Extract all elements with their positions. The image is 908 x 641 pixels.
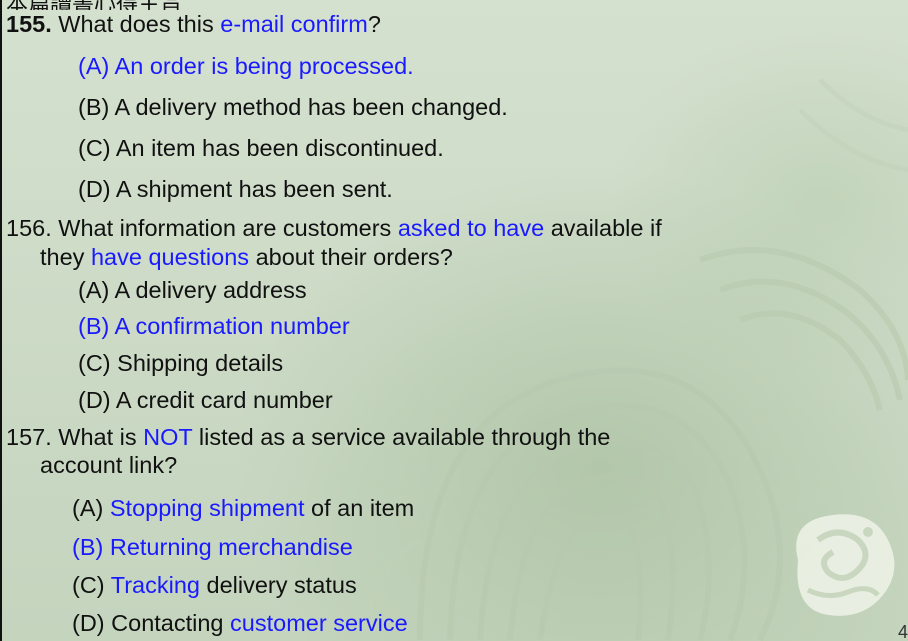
option-155-d: (D) A shipment has been sent.	[78, 176, 393, 202]
question-156-line-2: they have questions about their orders?	[40, 243, 453, 271]
highlight-text: Stopping shipment	[109, 495, 305, 521]
option-text: of an item	[304, 495, 415, 521]
highlight-text: customer service	[230, 610, 408, 636]
question-text: available if	[544, 215, 662, 241]
question-156: 156. What information are customers aske…	[6, 214, 662, 242]
question-text: 157. What is	[6, 424, 144, 450]
question-155: 155. What does this e-mail confirm?	[6, 10, 381, 38]
highlight-text: Tracking	[110, 572, 200, 598]
option-156-a: (A) A delivery address	[78, 277, 307, 303]
option-text: delivery status	[199, 572, 357, 598]
option-155-b: (B) A delivery method has been changed.	[78, 94, 508, 120]
slide: 本篇讀書心得主旨 155. What does this e-mail conf…	[0, 0, 908, 641]
option-text: (C)	[72, 572, 111, 598]
option-156-d: (D) A credit card number	[78, 387, 333, 413]
question-number: 155.	[6, 11, 52, 37]
page-number: 4	[897, 622, 908, 641]
option-156-c: (C) Shipping details	[78, 350, 284, 376]
option-155-a: (A) An order is being processed.	[78, 53, 414, 79]
question-157: 157. What is NOT listed as a service ava…	[6, 423, 610, 451]
option-157-a: (A) Stopping shipment of an item	[72, 494, 414, 522]
question-text: 156. What information are customers	[6, 215, 398, 241]
option-text: (A)	[72, 495, 110, 521]
question-157-line-2: account link?	[40, 452, 178, 478]
option-156-b: (B) A confirmation number	[78, 313, 350, 339]
jade-dragon-ornament-icon	[796, 514, 895, 616]
highlight-text: NOT	[143, 424, 193, 450]
question-text: ?	[367, 11, 381, 37]
partial-header-text: 本篇讀書心得主旨	[0, 0, 182, 10]
option-157-d: (D) Contacting customer service	[72, 609, 408, 637]
highlight-text: e-mail confirm	[220, 11, 368, 37]
option-155-c: (C) An item has been discontinued.	[78, 135, 444, 161]
option-157-c: (C) Tracking delivery status	[72, 571, 357, 599]
question-text: listed as a service available through th…	[192, 424, 611, 450]
option-text: (D) Contacting	[72, 610, 231, 636]
highlight-text: asked to have	[397, 215, 545, 241]
highlight-text: have questions	[90, 244, 250, 270]
question-text: about their orders?	[249, 244, 453, 270]
question-text: they	[40, 244, 91, 270]
option-157-b: (B) Returning merchandise	[72, 534, 353, 560]
question-text: What does this	[51, 11, 221, 37]
